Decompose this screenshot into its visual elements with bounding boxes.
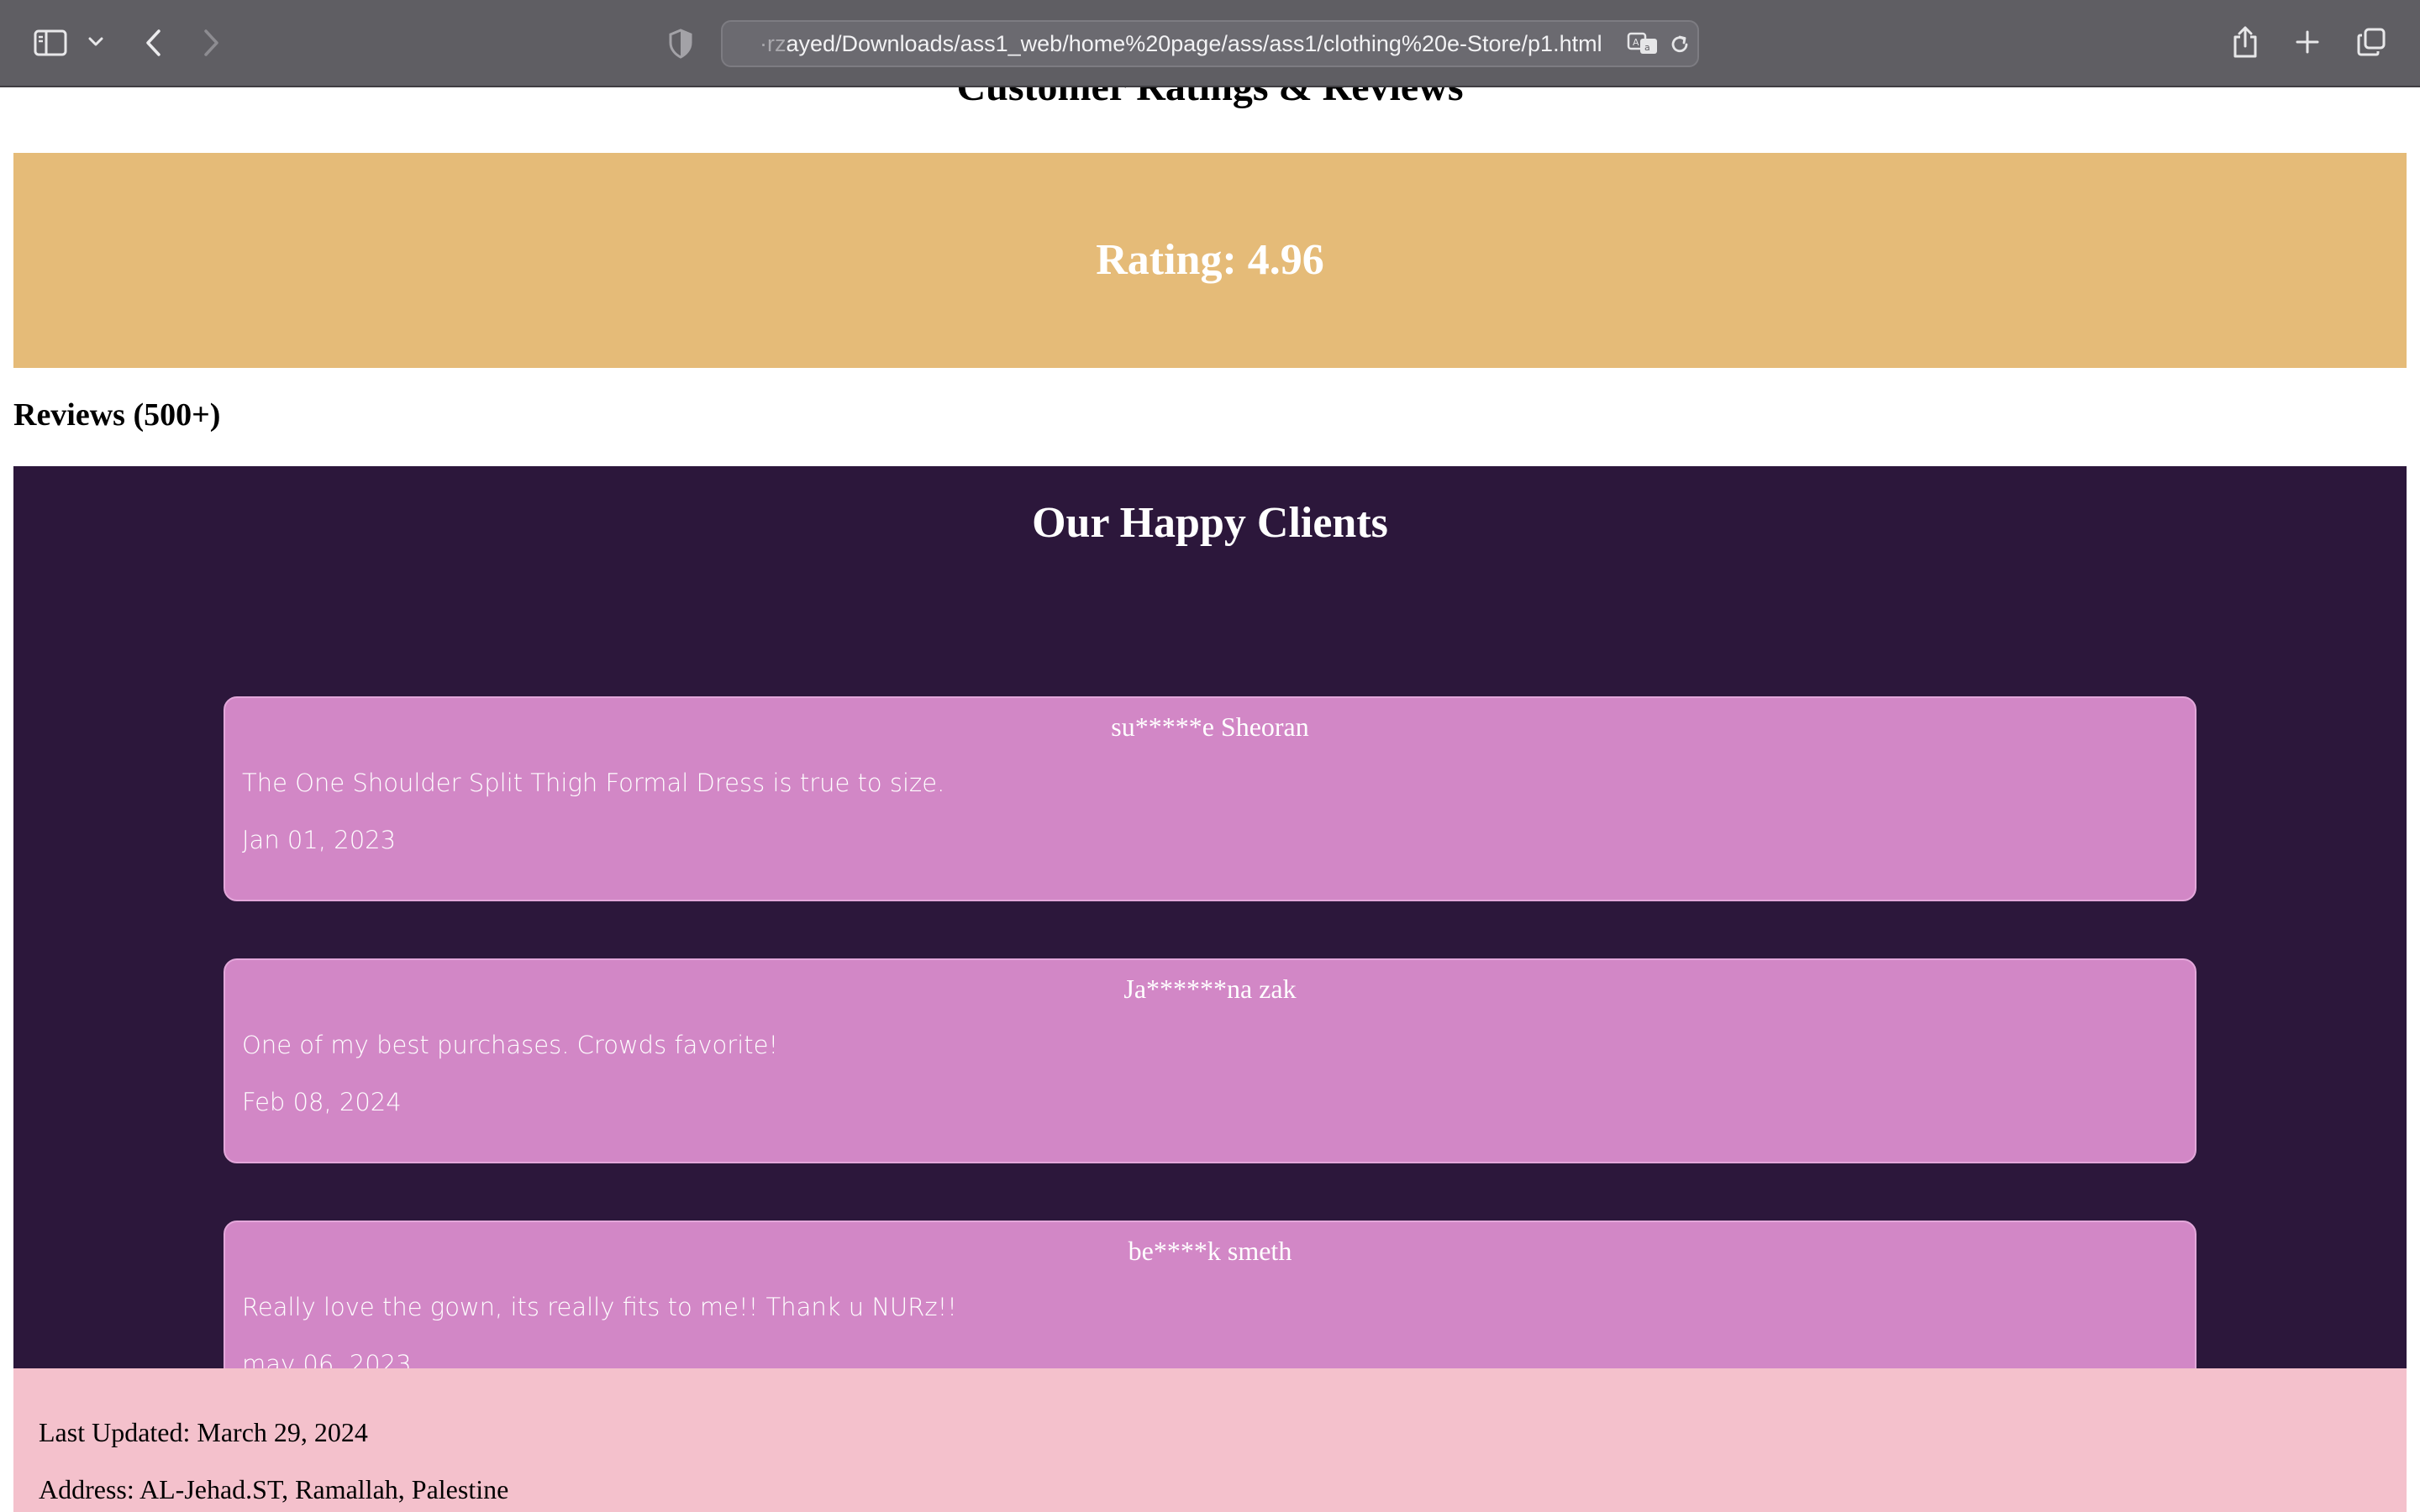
address-bar[interactable]: ·rzayed/Downloads/ass1_web/home%20page/a… — [721, 20, 1699, 67]
forward-icon — [204, 29, 218, 56]
reviews-heading: Reviews (500+) — [13, 397, 221, 433]
sidebar-icon — [34, 29, 67, 56]
happy-clients-title: Our Happy Clients — [1032, 499, 1388, 547]
address-text: Address: AL-Jehad.ST, Ramallah, Palestin… — [39, 1474, 509, 1504]
review-text: Really love the gown, its really fits to… — [242, 1293, 957, 1321]
url-text: ·rzayed/Downloads/ass1_web/home%20page/a… — [760, 22, 1617, 66]
page-footer: Last Updated: March 29, 2024 Address: AL… — [13, 1368, 2407, 1512]
sidebar-toggle-button[interactable] — [32, 27, 69, 59]
review-card: su*****e Sheoran The One Shoulder Split … — [224, 696, 2196, 901]
url-value: ayed/Downloads/ass1_web/home%20page/ass/… — [786, 31, 1602, 56]
svg-text:a: a — [1644, 42, 1650, 53]
review-card: Ja******na zak One of my best purchases.… — [224, 958, 2196, 1163]
translate-button[interactable]: A a — [1627, 30, 1660, 57]
tabs-overview-button[interactable] — [2354, 25, 2388, 59]
section-title: Customer Ratings & Reviews — [0, 87, 2420, 110]
reload-icon — [1671, 35, 1688, 53]
sidebar-menu-button[interactable] — [86, 32, 106, 52]
privacy-shield-icon — [669, 29, 692, 59]
share-icon — [2233, 26, 2257, 58]
review-text: The One Shoulder Split Thigh Formal Dres… — [242, 769, 945, 797]
chevron-down-icon — [88, 37, 103, 46]
browser-toolbar: ·rzayed/Downloads/ass1_web/home%20page/a… — [0, 0, 2420, 87]
url-faded-prefix: ·rz — [760, 31, 786, 56]
reload-button[interactable] — [1667, 32, 1692, 57]
tabs-overview-icon — [2357, 28, 2386, 56]
review-date: Feb 08, 2024 — [242, 1088, 402, 1116]
translate-icon: A a — [1627, 32, 1657, 54]
share-button[interactable] — [2230, 24, 2260, 60]
back-button[interactable] — [139, 25, 166, 60]
svg-text:A: A — [1633, 37, 1639, 48]
back-icon — [146, 29, 160, 56]
privacy-report-button[interactable] — [666, 27, 696, 60]
reviewer-name: su*****e Sheoran — [1111, 711, 1309, 742]
rating-value: Rating: 4.96 — [1096, 236, 1324, 284]
reviewer-name: Ja******na zak — [1123, 974, 1297, 1004]
rating-banner: Rating: 4.96 — [13, 153, 2407, 368]
reviewer-name: be****k smeth — [1128, 1236, 1292, 1266]
new-tab-button[interactable] — [2292, 27, 2323, 57]
page-content: Customer Ratings & Reviews Rating: 4.96 … — [0, 87, 2420, 1512]
forward-button[interactable] — [198, 25, 225, 60]
last-updated-text: Last Updated: March 29, 2024 — [39, 1417, 368, 1447]
review-date: Jan 01, 2023 — [242, 826, 397, 854]
review-text: One of my best purchases. Crowds favorit… — [242, 1031, 779, 1059]
new-tab-icon — [2296, 30, 2319, 54]
happy-clients-section: Our Happy Clients su*****e Sheoran The O… — [13, 466, 2407, 1425]
